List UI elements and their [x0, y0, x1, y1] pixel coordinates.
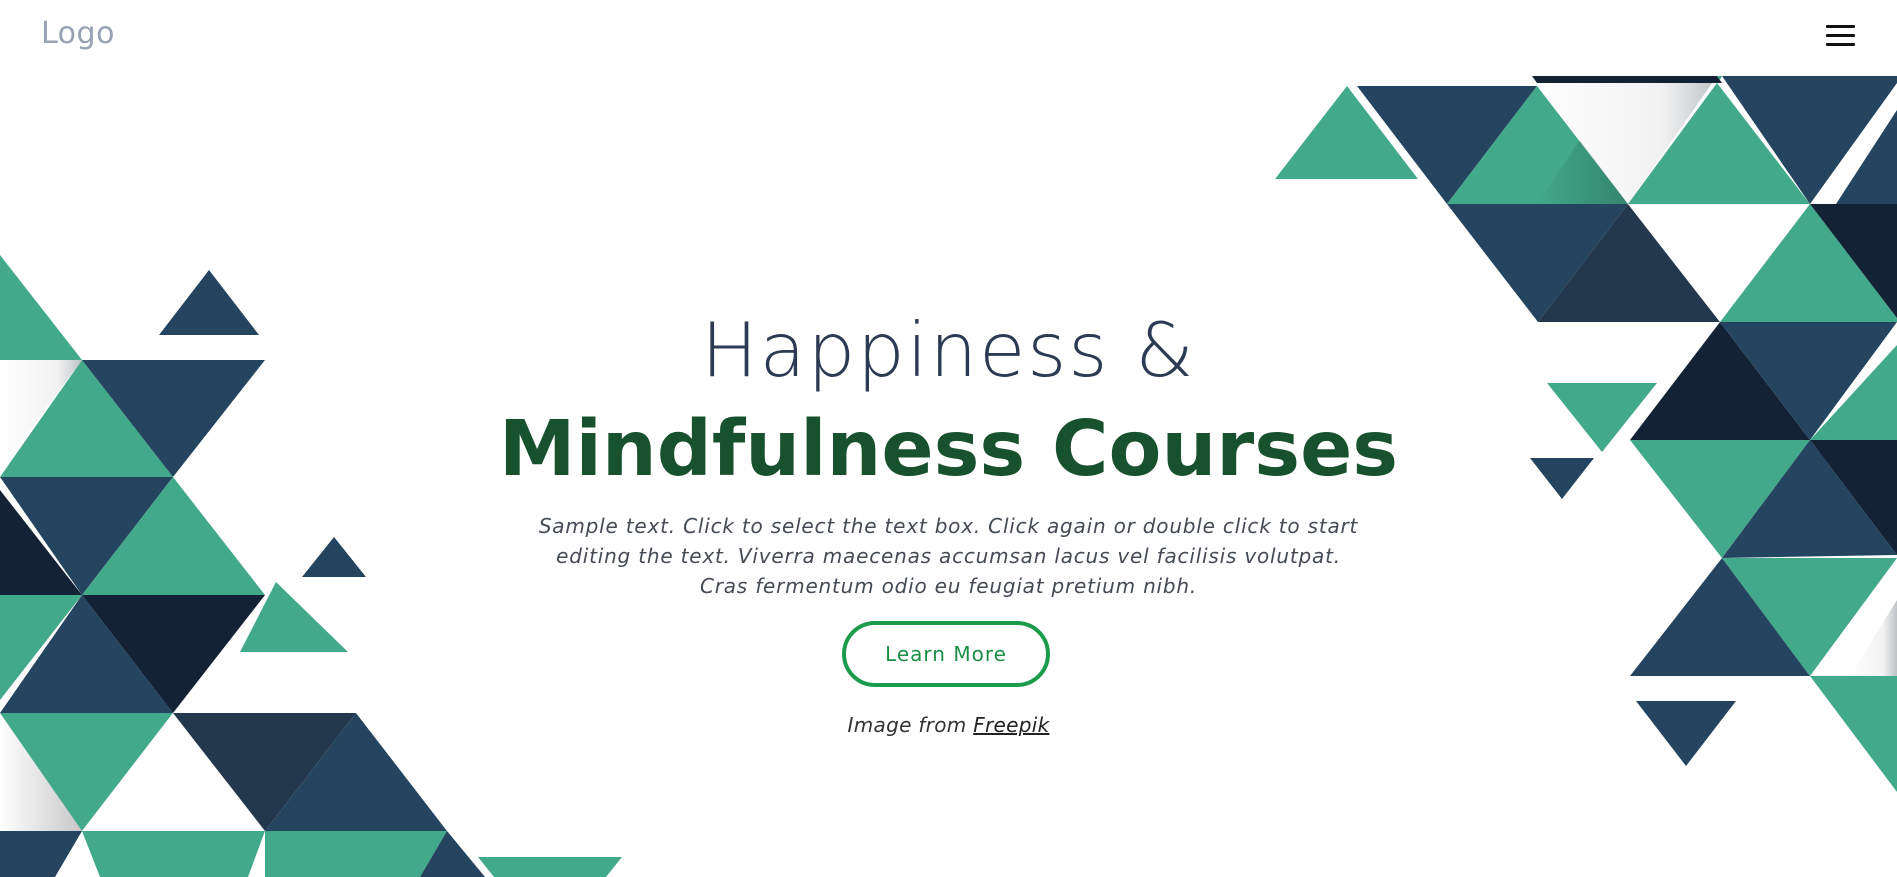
site-header: Logo	[0, 0, 1897, 72]
learn-more-button[interactable]: Learn More	[842, 621, 1050, 687]
menu-line-bottom	[1826, 43, 1855, 46]
hero-description: Sample text. Click to select the text bo…	[538, 514, 1359, 598]
hero-title-line1: Happiness &	[701, 306, 1196, 394]
freepik-link[interactable]: Freepik	[973, 713, 1049, 737]
menu-line-top	[1826, 25, 1855, 28]
hero-section: Happiness & Mindfulness Courses Sample t…	[0, 0, 1897, 877]
image-credit-prefix: Image from	[847, 713, 967, 737]
hero-title-line2: Mindfulness Courses	[498, 405, 1399, 494]
image-credit: Image from Freepik	[0, 713, 1897, 737]
hamburger-menu-icon[interactable]	[1822, 22, 1858, 50]
logo[interactable]: Logo	[41, 16, 115, 51]
page: Logo Happiness & Mindfulness Courses Sam…	[0, 0, 1897, 877]
menu-line-middle	[1826, 34, 1855, 37]
